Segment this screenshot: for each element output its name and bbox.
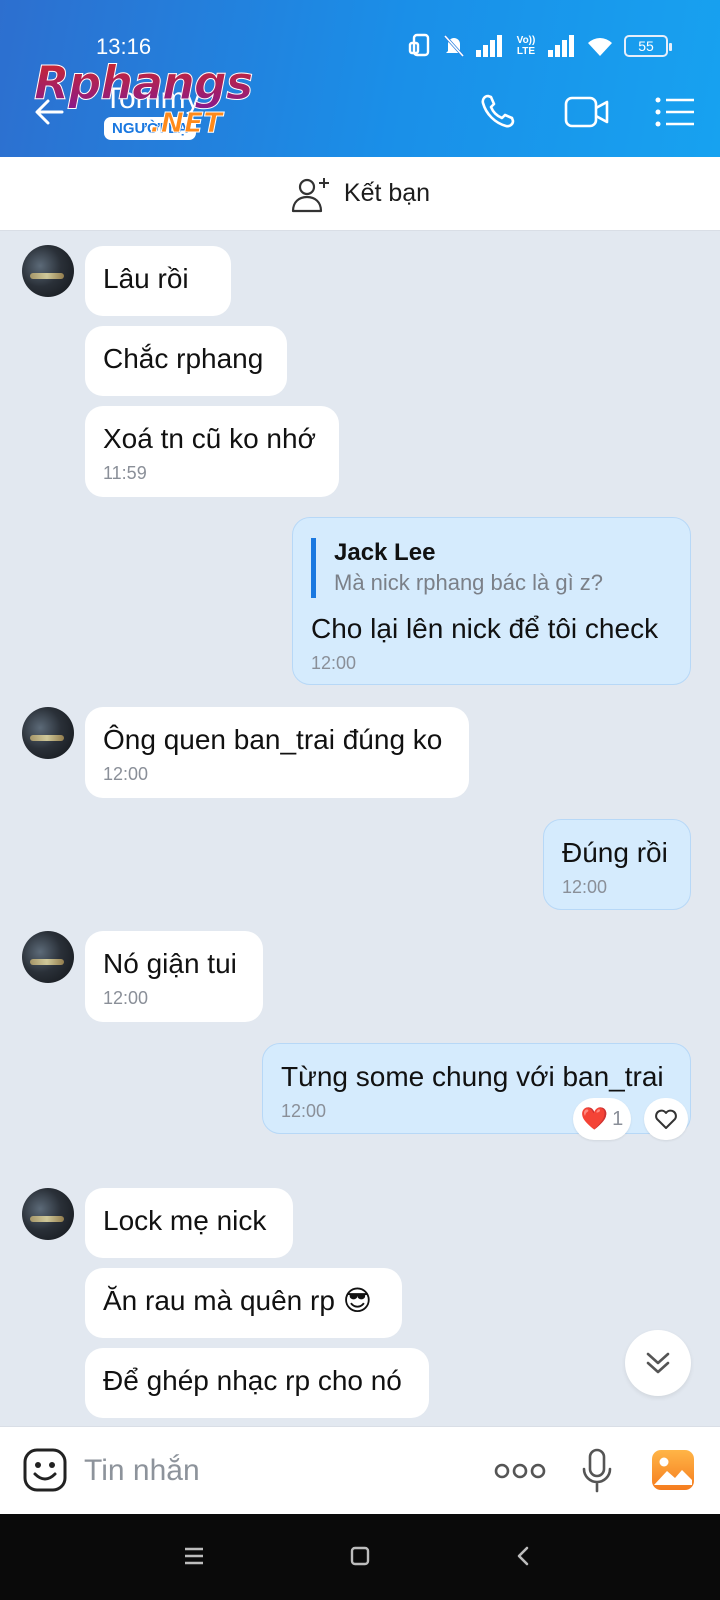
mute-icon xyxy=(443,34,465,58)
scroll-to-bottom-button[interactable] xyxy=(625,1330,691,1396)
back-icon[interactable] xyxy=(512,1544,536,1568)
signal-icon-2 xyxy=(548,35,574,57)
phone-call-icon[interactable] xyxy=(478,92,524,132)
incoming-message[interactable]: Chắc rphang xyxy=(85,326,287,396)
add-friend-icon xyxy=(291,177,329,212)
more-options-icon[interactable] xyxy=(494,1457,546,1485)
message-input-bar xyxy=(0,1426,720,1514)
message-time: 11:59 xyxy=(103,463,147,483)
reaction-count-value: 1 xyxy=(612,1107,624,1130)
emoji-sticker-icon[interactable] xyxy=(22,1447,68,1493)
add-friend-label: Kết bạn xyxy=(343,179,431,207)
incoming-message[interactable]: Ăn rau mà quên rp 😎 xyxy=(85,1268,402,1338)
quote-author: Jack Lee xyxy=(334,539,436,566)
message-time: 12:00 xyxy=(562,877,608,897)
double-chevron-down-icon xyxy=(646,1352,670,1374)
wifi-icon xyxy=(588,38,612,56)
message-time: 12:00 xyxy=(103,988,149,1008)
outgoing-message[interactable]: Jack Lee Mà nick rphang bác là gì z? Cho… xyxy=(292,517,691,685)
message-text: Từng some chung với ban_trai xyxy=(281,1061,664,1092)
message-text: Lâu rồi xyxy=(103,263,189,294)
message-text: Lock mẹ nick xyxy=(103,1205,267,1236)
message-time: 12:00 xyxy=(103,764,149,784)
message-text: Ăn rau mà quên rp 😎 xyxy=(103,1285,372,1316)
reaction-count[interactable]: ❤️ 1 xyxy=(573,1098,631,1140)
incoming-message[interactable]: Nó giận tui 12:00 xyxy=(85,931,263,1022)
outgoing-message[interactable]: Đúng rồi 12:00 xyxy=(543,819,691,910)
contact-avatar[interactable] xyxy=(22,245,74,297)
screen-mirror-icon xyxy=(408,33,430,57)
contact-avatar[interactable] xyxy=(22,707,74,759)
incoming-message[interactable]: Lock mẹ nick xyxy=(85,1188,293,1258)
message-text: Ông quen ban_trai đúng ko xyxy=(103,724,443,755)
recent-apps-icon[interactable] xyxy=(182,1544,206,1568)
contact-avatar[interactable] xyxy=(22,1188,74,1240)
signal-icon xyxy=(476,35,502,57)
volte-label: Vo)) LTE xyxy=(516,35,536,57)
incoming-message[interactable]: Để ghép nhạc rp cho nó xyxy=(85,1348,429,1418)
heart-reaction-icon: ❤️ xyxy=(580,1106,609,1131)
message-text: Nó giận tui xyxy=(103,948,237,979)
microphone-icon[interactable] xyxy=(580,1447,614,1495)
system-navigation-bar xyxy=(0,1514,720,1600)
add-friend-bar[interactable]: Kết bạn xyxy=(0,157,720,231)
battery-indicator: 55 xyxy=(624,35,672,57)
gallery-image-icon[interactable] xyxy=(650,1447,696,1493)
incoming-message[interactable]: Xoá tn cũ ko nhớ 11:59 xyxy=(85,406,339,497)
menu-list-icon[interactable] xyxy=(654,92,700,132)
heart-outline-icon xyxy=(655,1109,677,1129)
home-icon[interactable] xyxy=(348,1544,372,1568)
add-reaction-button[interactable] xyxy=(644,1098,688,1140)
quote-text: Mà nick rphang bác là gì z? xyxy=(334,570,604,595)
message-text: Đúng rồi xyxy=(562,837,668,868)
message-text: Cho lại lên nick để tôi check xyxy=(311,613,659,644)
incoming-message[interactable]: Ông quen ban_trai đúng ko 12:00 xyxy=(85,707,469,798)
message-text: Để ghép nhạc rp cho nó xyxy=(103,1365,402,1396)
status-icons: Vo)) LTE 55 xyxy=(408,32,672,60)
message-text: Xoá tn cũ ko nhớ xyxy=(103,423,316,454)
watermark-logo-suffix: .NET xyxy=(149,106,223,140)
message-time: 12:00 xyxy=(311,653,357,673)
watermark-logo: Rphangs xyxy=(33,56,253,110)
video-call-icon[interactable] xyxy=(564,92,610,132)
message-text: Chắc rphang xyxy=(103,343,264,374)
contact-avatar[interactable] xyxy=(22,931,74,983)
incoming-message[interactable]: Lâu rồi xyxy=(85,246,231,316)
message-input[interactable] xyxy=(84,1449,464,1493)
app-header: 13:16 Vo)) LTE 55 Tommy NGƯỜI LẠ Rphangs… xyxy=(0,0,720,157)
quoted-reply[interactable]: Jack Lee Mà nick rphang bác là gì z? xyxy=(311,538,672,598)
